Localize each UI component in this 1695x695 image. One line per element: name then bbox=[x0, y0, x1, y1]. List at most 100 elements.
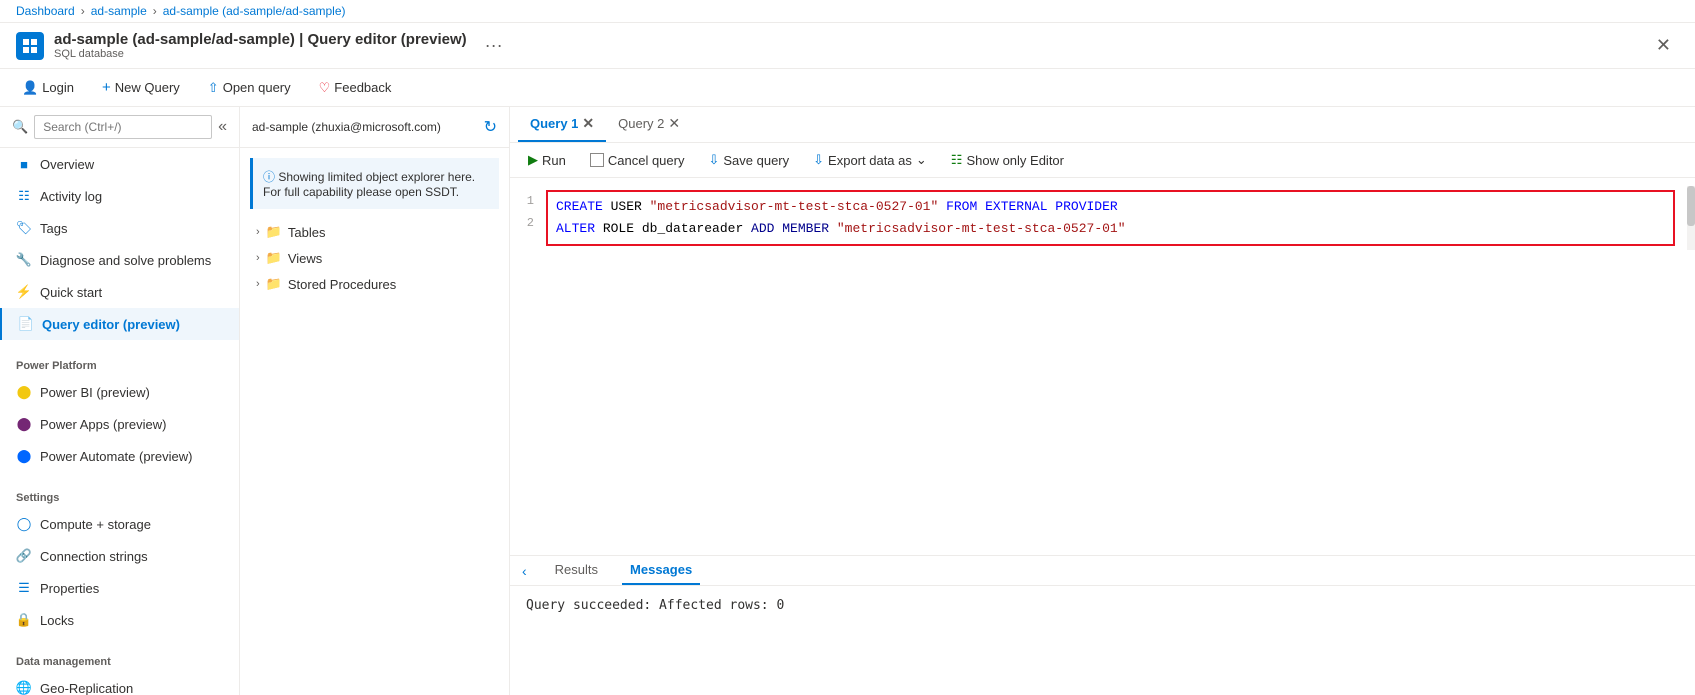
run-button[interactable]: ▶ Run bbox=[522, 149, 572, 171]
sidebar-item-query-editor[interactable]: 📄 Query editor (preview) bbox=[0, 308, 239, 340]
properties-icon: ☰ bbox=[16, 580, 32, 596]
results-content: Query succeeded: Affected rows: 0 bbox=[510, 586, 1695, 625]
tab-results[interactable]: Results bbox=[547, 556, 606, 585]
tag-icon: 🏷 bbox=[16, 220, 32, 236]
download-icon: ⇩ bbox=[708, 152, 719, 168]
breadcrumb-ad-sample-full[interactable]: ad-sample (ad-sample/ad-sample) bbox=[163, 4, 346, 18]
code-line-1: CREATE USER "metricsadvisor-mt-test-stca… bbox=[556, 196, 1665, 218]
tree-item-views[interactable]: › 📁 Views bbox=[240, 245, 509, 271]
chevron-right-icon: › bbox=[256, 226, 260, 238]
search-icon: 🔍 bbox=[12, 119, 28, 135]
sidebar-item-power-apps[interactable]: ⬤ Power Apps (preview) bbox=[0, 408, 239, 440]
breadcrumb-ad-sample[interactable]: ad-sample bbox=[91, 4, 147, 18]
info-icon: ⓘ bbox=[263, 170, 275, 184]
toolbar: 👤 Login + New Query ⇧ Open query ♡ Feedb… bbox=[0, 69, 1695, 107]
refresh-icon[interactable]: ↻ bbox=[484, 117, 497, 137]
lock-icon: 🔒 bbox=[16, 612, 32, 628]
folder-icon: 📁 bbox=[266, 250, 282, 266]
cancel-query-button[interactable]: Cancel query bbox=[584, 150, 691, 171]
database-icon: 📄 bbox=[18, 316, 34, 332]
section-power-platform: Power Platform bbox=[0, 352, 239, 376]
powerbi-icon: ⬤ bbox=[16, 384, 32, 400]
folder-icon: 📁 bbox=[266, 224, 282, 240]
search-input[interactable] bbox=[34, 115, 212, 139]
sidebar-item-power-automate[interactable]: ⬤ Power Automate (preview) bbox=[0, 440, 239, 472]
content-area: ad-sample (zhuxia@microsoft.com) ↻ ⓘ Sho… bbox=[240, 107, 1695, 695]
collapse-icon[interactable]: « bbox=[218, 118, 227, 136]
list-icon: ☷ bbox=[16, 188, 32, 204]
rocket-icon: ⚡ bbox=[16, 284, 32, 300]
tree-item-stored-procedures[interactable]: › 📁 Stored Procedures bbox=[240, 271, 509, 297]
main-layout: 🔍 « ■ Overview ☷ Activity log 🏷 Tags 🔧 D… bbox=[0, 107, 1695, 695]
plus-icon: + bbox=[102, 79, 111, 96]
more-icon[interactable]: ··· bbox=[485, 35, 503, 56]
section-settings: Settings bbox=[0, 484, 239, 508]
feedback-button[interactable]: ♡ Feedback bbox=[313, 76, 398, 100]
save-query-button[interactable]: ⇩ Save query bbox=[702, 149, 795, 171]
line-numbers: 1 2 bbox=[510, 190, 546, 246]
results-message: Query succeeded: Affected rows: 0 bbox=[526, 598, 784, 613]
chevron-down-icon: ⌄ bbox=[916, 152, 927, 168]
show-only-editor-button[interactable]: ☷ Show only Editor bbox=[945, 149, 1070, 171]
export-data-button[interactable]: ⇩ Export data as ⌄ bbox=[807, 149, 933, 171]
scrollbar-track bbox=[1687, 186, 1695, 250]
tab-messages[interactable]: Messages bbox=[622, 556, 700, 585]
person-icon: 👤 bbox=[22, 80, 38, 96]
scrollbar-thumb bbox=[1687, 186, 1695, 226]
sidebar-item-locks[interactable]: 🔒 Locks bbox=[0, 604, 239, 636]
app-icon bbox=[16, 32, 44, 60]
code-line-2: ALTER ROLE db_datareader ADD MEMBER "met… bbox=[556, 218, 1665, 240]
sidebar-item-connection-strings[interactable]: 🔗 Connection strings bbox=[0, 540, 239, 572]
home-icon: ■ bbox=[16, 156, 32, 172]
results-tabs: ‹ Results Messages bbox=[510, 556, 1695, 586]
globe-icon: 🌐 bbox=[16, 680, 32, 695]
code-editor[interactable]: 1 2 CREATE USER "metricsadvisor-mt-test-… bbox=[510, 178, 1695, 555]
section-data-management: Data management bbox=[0, 648, 239, 672]
sidebar: 🔍 « ■ Overview ☷ Activity log 🏷 Tags 🔧 D… bbox=[0, 107, 240, 695]
tree-item-tables[interactable]: › 📁 Tables bbox=[240, 219, 509, 245]
link-icon: 🔗 bbox=[16, 548, 32, 564]
sidebar-item-activity-log[interactable]: ☷ Activity log bbox=[0, 180, 239, 212]
top-bar: ad-sample (ad-sample/ad-sample) | Query … bbox=[0, 23, 1695, 69]
sidebar-item-overview[interactable]: ■ Overview bbox=[0, 148, 239, 180]
db-name: ad-sample (zhuxia@microsoft.com) bbox=[252, 120, 441, 134]
tab-close-query2[interactable]: ✕ bbox=[668, 115, 680, 132]
object-explorer: ad-sample (zhuxia@microsoft.com) ↻ ⓘ Sho… bbox=[240, 107, 510, 695]
breadcrumb-dashboard[interactable]: Dashboard bbox=[16, 4, 75, 18]
tab-close-query1[interactable]: ✕ bbox=[582, 115, 594, 132]
sidebar-item-compute-storage[interactable]: ◯ Compute + storage bbox=[0, 508, 239, 540]
login-button[interactable]: 👤 Login bbox=[16, 76, 80, 100]
heart-icon: ♡ bbox=[319, 80, 331, 96]
results-panel: ‹ Results Messages Query succeeded: Affe… bbox=[510, 555, 1695, 695]
chevron-right-icon: › bbox=[256, 278, 260, 290]
query-actions: ▶ Run Cancel query ⇩ Save query ⇩ Export… bbox=[510, 143, 1695, 178]
collapse-results-icon[interactable]: ‹ bbox=[518, 557, 531, 585]
open-query-button[interactable]: ⇧ Open query bbox=[202, 76, 297, 100]
powerapps-icon: ⬤ bbox=[16, 416, 32, 432]
sidebar-item-quick-start[interactable]: ⚡ Quick start bbox=[0, 276, 239, 308]
grid-icon: ☷ bbox=[951, 152, 963, 168]
upload-icon: ⇧ bbox=[208, 80, 219, 96]
info-box: ⓘ Showing limited object explorer here. … bbox=[250, 158, 499, 209]
query-panel: Query 1 ✕ Query 2 ✕ ▶ Run Cancel query bbox=[510, 107, 1695, 695]
chevron-right-icon: › bbox=[256, 252, 260, 264]
new-query-button[interactable]: + New Query bbox=[96, 75, 186, 100]
powerautomate-icon: ⬤ bbox=[16, 448, 32, 464]
highlighted-code-block: CREATE USER "metricsadvisor-mt-test-stca… bbox=[546, 190, 1675, 246]
sidebar-item-power-bi[interactable]: ⬤ Power BI (preview) bbox=[0, 376, 239, 408]
tab-query2[interactable]: Query 2 ✕ bbox=[606, 107, 692, 142]
page-subtitle: SQL database bbox=[54, 48, 467, 60]
sidebar-item-diagnose[interactable]: 🔧 Diagnose and solve problems bbox=[0, 244, 239, 276]
compute-icon: ◯ bbox=[16, 516, 32, 532]
cancel-checkbox bbox=[590, 153, 604, 167]
tab-query1[interactable]: Query 1 ✕ bbox=[518, 107, 606, 142]
wrench-icon: 🔧 bbox=[16, 252, 32, 268]
breadcrumb: Dashboard › ad-sample › ad-sample (ad-sa… bbox=[0, 0, 1695, 23]
export-icon: ⇩ bbox=[813, 152, 824, 168]
close-button[interactable]: ✕ bbox=[1648, 31, 1679, 60]
folder-icon: 📁 bbox=[266, 276, 282, 292]
query-tabs: Query 1 ✕ Query 2 ✕ bbox=[510, 107, 1695, 143]
sidebar-item-geo-replication[interactable]: 🌐 Geo-Replication bbox=[0, 672, 239, 695]
sidebar-item-properties[interactable]: ☰ Properties bbox=[0, 572, 239, 604]
sidebar-item-tags[interactable]: 🏷 Tags bbox=[0, 212, 239, 244]
